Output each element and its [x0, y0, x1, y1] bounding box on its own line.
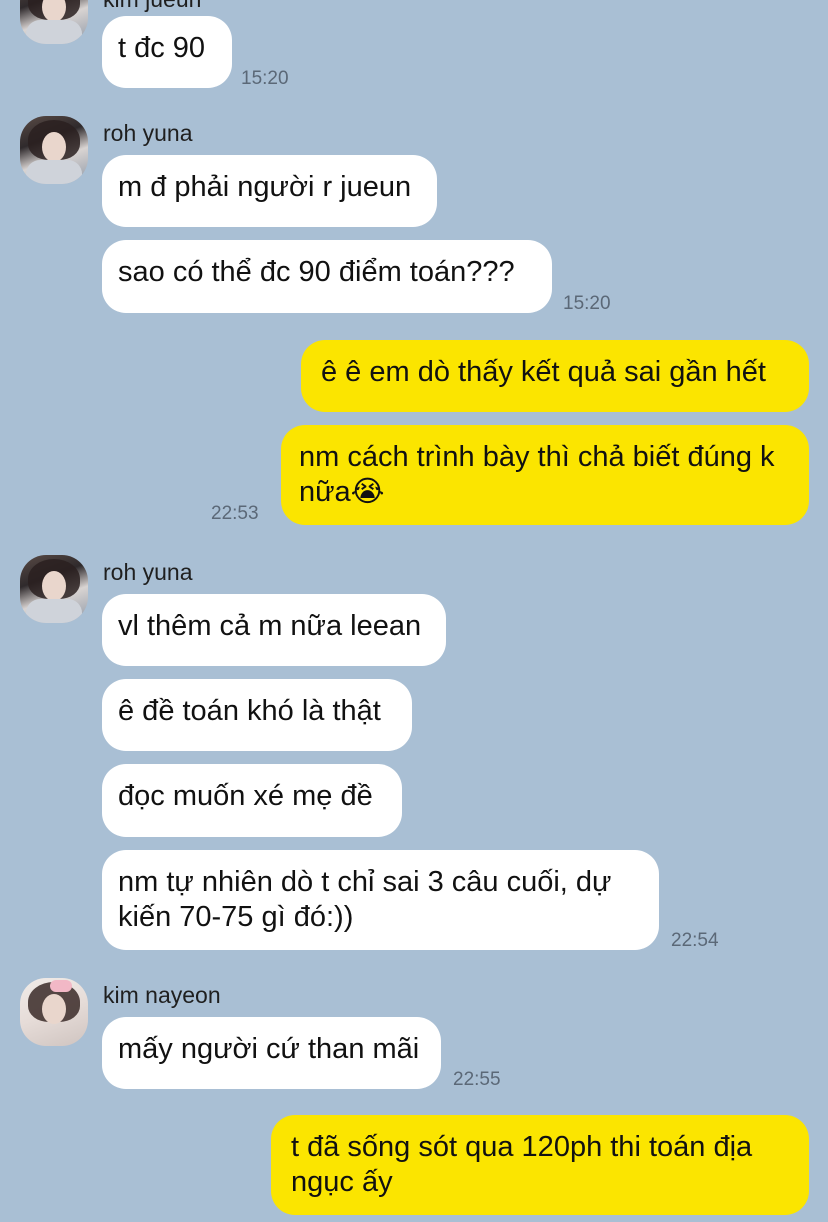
avatar-shirt — [26, 160, 82, 184]
message-bubble[interactable]: ê đề toán khó là thật — [102, 679, 412, 751]
message-bubble-outgoing[interactable]: ê ê em dò thấy kết quả sai gần hết — [301, 340, 809, 412]
sender-name: roh yuna — [103, 120, 193, 146]
avatar-roh-yuna[interactable] — [20, 555, 88, 623]
sender-name: kim nayeon — [103, 982, 221, 1008]
avatar-shirt — [26, 20, 82, 44]
avatar-roh-yuna[interactable] — [20, 116, 88, 184]
message-time: 22:55 — [453, 1069, 501, 1090]
hair-bow — [50, 980, 72, 992]
message-bubble[interactable]: đọc muốn xé mẹ đề — [102, 764, 402, 837]
message-time: 15:20 — [563, 293, 611, 314]
avatar-face — [42, 132, 66, 162]
message-time: 22:53 — [211, 503, 259, 524]
message-bubble[interactable]: nm tự nhiên dò t chỉ sai 3 câu cuối, dự … — [102, 850, 659, 950]
message-bubble[interactable]: m đ phải người r jueun — [102, 155, 437, 227]
message-bubble[interactable]: sao có thể đc 90 điểm toán??? — [102, 240, 552, 313]
message-bubble[interactable]: mấy người cứ than mãi — [102, 1017, 441, 1089]
avatar-kim-nayeon[interactable] — [20, 978, 88, 1046]
message-time: 22:54 — [671, 930, 719, 951]
sender-name: roh yuna — [103, 559, 193, 585]
avatar-face — [42, 994, 66, 1024]
message-bubble[interactable]: t đc 90 — [102, 16, 232, 88]
avatar-face — [42, 571, 66, 601]
message-time: 15:20 — [241, 68, 289, 89]
message-bubble[interactable]: vl thêm cả m nữa leean — [102, 594, 446, 666]
sender-name: kim jueun — [103, 0, 201, 13]
avatar-kim-jueun[interactable] — [20, 0, 88, 44]
message-bubble-outgoing[interactable]: nm cách trình bày thì chả biết đúng k nữ… — [281, 425, 809, 525]
message-bubble-outgoing[interactable]: t đã sống sót qua 120ph thi toán địa ngụ… — [271, 1115, 809, 1215]
avatar-shirt — [26, 599, 82, 623]
